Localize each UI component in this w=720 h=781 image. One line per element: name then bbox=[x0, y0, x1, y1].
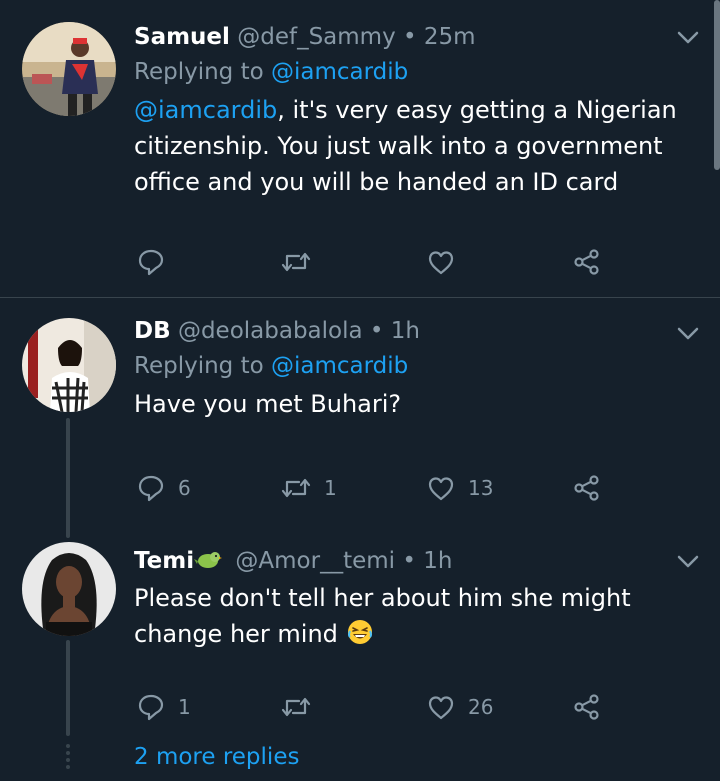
thread-connector bbox=[66, 640, 70, 736]
like-count: 26 bbox=[468, 695, 494, 719]
reply-button[interactable] bbox=[136, 242, 178, 282]
like-button[interactable]: 13 bbox=[426, 468, 493, 508]
separator-dot: • bbox=[403, 24, 417, 50]
author-name[interactable]: DB bbox=[134, 318, 171, 344]
share-icon bbox=[574, 249, 599, 275]
chevron-down-icon[interactable] bbox=[676, 554, 700, 570]
author-handle[interactable]: @def_Sammy bbox=[237, 24, 395, 50]
action-bar: 1 26 bbox=[134, 687, 614, 727]
reply-feed: Samuel @def_Sammy • 25m Replying to @iam… bbox=[0, 0, 720, 781]
replying-to: Replying to @iamcardib bbox=[134, 348, 680, 384]
retweet-icon bbox=[281, 252, 311, 272]
share-button[interactable] bbox=[572, 468, 602, 508]
bird-emoji-icon bbox=[194, 552, 223, 568]
tweet-text: @iamcardib, it's very easy getting a Nig… bbox=[134, 92, 680, 200]
author-name[interactable]: Temi bbox=[134, 548, 194, 574]
separator-dot: • bbox=[402, 548, 416, 574]
reply-button[interactable]: 6 bbox=[136, 468, 191, 508]
reply-icon bbox=[138, 694, 164, 721]
replying-mention[interactable]: @iamcardib bbox=[271, 353, 408, 379]
tweet-samuel[interactable]: Samuel @def_Sammy • 25m Replying to @iam… bbox=[0, 0, 720, 297]
more-replies-link[interactable]: 2 more replies bbox=[134, 744, 299, 770]
avatar[interactable] bbox=[22, 542, 116, 636]
replying-label: Replying to bbox=[134, 59, 264, 85]
tweet-db[interactable]: DB @deolababalola • 1h Replying to @iamc… bbox=[0, 298, 720, 518]
retweet-icon bbox=[281, 697, 311, 717]
share-button[interactable] bbox=[572, 687, 602, 727]
like-button[interactable]: 26 bbox=[426, 687, 493, 727]
retweet-button[interactable]: 1 bbox=[280, 468, 337, 508]
action-bar: 6 1 13 bbox=[134, 468, 614, 508]
laughing-face-icon bbox=[347, 620, 372, 644]
tweet-temi[interactable]: Temi @Amor__temi • 1h Please don't tell … bbox=[0, 530, 720, 740]
heart-icon bbox=[428, 477, 454, 501]
replying-mention[interactable]: @iamcardib bbox=[271, 59, 408, 85]
avatar[interactable] bbox=[22, 318, 116, 412]
reply-icon bbox=[138, 249, 164, 276]
tweet-text: Have you met Buhari? bbox=[134, 390, 402, 418]
reply-button[interactable]: 1 bbox=[136, 687, 191, 727]
chevron-down-icon[interactable] bbox=[676, 30, 700, 46]
author-handle[interactable]: @deolababalola bbox=[178, 318, 363, 344]
replying-label: Replying to bbox=[134, 353, 264, 379]
timestamp[interactable]: 1h bbox=[391, 318, 420, 344]
chevron-down-icon[interactable] bbox=[676, 326, 700, 342]
like-button[interactable] bbox=[426, 242, 468, 282]
body-mention[interactable]: @iamcardib bbox=[134, 96, 277, 124]
reply-count: 6 bbox=[178, 476, 191, 500]
timestamp[interactable]: 1h bbox=[423, 548, 452, 574]
heart-icon bbox=[428, 251, 454, 275]
action-bar bbox=[134, 242, 614, 282]
retweet-icon bbox=[281, 478, 311, 498]
share-icon bbox=[574, 694, 599, 720]
share-icon bbox=[574, 475, 599, 501]
reply-icon bbox=[138, 475, 164, 502]
share-button[interactable] bbox=[572, 242, 602, 282]
retweet-button[interactable] bbox=[280, 687, 324, 727]
thread-dots bbox=[65, 744, 71, 772]
retweet-count: 1 bbox=[324, 476, 337, 500]
tweet-text: Please don't tell her about him she migh… bbox=[134, 580, 680, 652]
author-handle[interactable]: @Amor__temi bbox=[235, 548, 395, 574]
tweet-body: Please don't tell her about him she migh… bbox=[134, 584, 631, 648]
thread-connector bbox=[66, 418, 70, 538]
separator-dot: • bbox=[369, 318, 384, 344]
heart-icon bbox=[428, 696, 454, 720]
like-count: 13 bbox=[468, 476, 494, 500]
author-name[interactable]: Samuel bbox=[134, 24, 230, 50]
retweet-button[interactable] bbox=[280, 242, 324, 282]
reply-count: 1 bbox=[178, 695, 191, 719]
replying-to: Replying to @iamcardib bbox=[134, 54, 680, 90]
avatar[interactable] bbox=[22, 22, 116, 116]
timestamp[interactable]: 25m bbox=[424, 24, 476, 50]
